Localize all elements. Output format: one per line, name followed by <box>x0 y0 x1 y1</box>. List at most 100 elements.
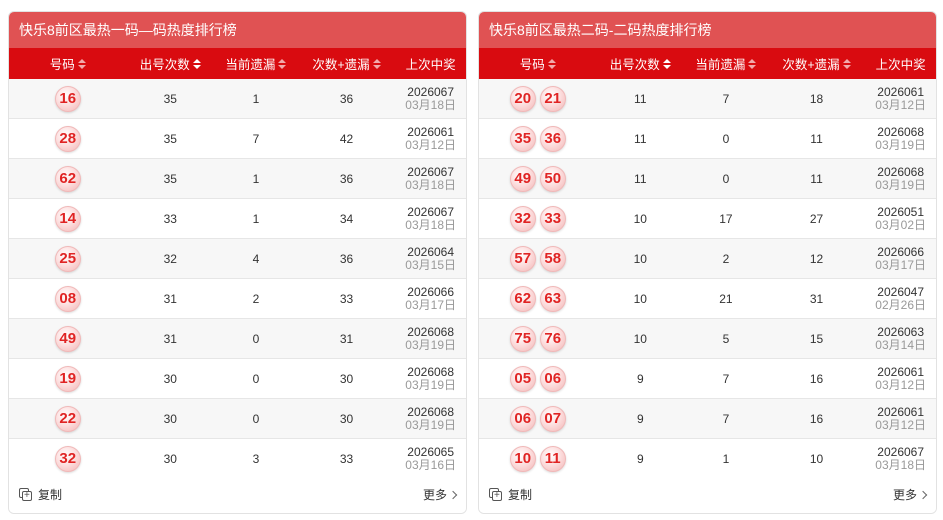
ball-cell: 32 <box>9 439 126 478</box>
count-cell: 31 <box>163 331 177 346</box>
issue-number: 2026063 <box>877 324 925 339</box>
number-ball: 75 <box>509 325 536 352</box>
issue-date: 03月18日 <box>875 457 926 472</box>
miss-cell: 17 <box>719 211 733 226</box>
miss-cell: 2 <box>722 251 730 266</box>
issue-number: 2026061 <box>407 124 455 139</box>
sum-cell: 11 <box>810 131 823 146</box>
table-row: 16 35 1 36 2026067 03月18日 <box>9 79 466 119</box>
sort-icon[interactable] <box>547 58 556 69</box>
number-ball: 10 <box>509 445 536 472</box>
hot-single-panel: 快乐8前区最热一码—码热度排行榜 号码 出号次数 当前遗漏 次数+遗漏 上次中奖 16 3… <box>8 11 467 514</box>
header-label: 次数+遗漏 <box>782 58 840 72</box>
issue-date: 03月12日 <box>875 377 926 392</box>
more-link[interactable]: 更多 <box>423 486 458 503</box>
issue-number: 2026066 <box>407 284 455 299</box>
issue-date: 03月19日 <box>405 417 456 432</box>
issue-number: 2026065 <box>407 444 455 459</box>
sort-icon[interactable] <box>278 58 287 69</box>
last-win-cell: 2026064 03月15日 <box>395 239 466 278</box>
header-count-plus-miss[interactable]: 次数+遗漏 <box>768 54 866 73</box>
issue-date: 03月18日 <box>405 177 456 192</box>
header-label: 当前遗漏 <box>695 58 746 72</box>
hot-pair-panel: 快乐8前区最热二码-二码热度排行榜 号码 出号次数 当前遗漏 次数+遗漏 上次中奖 20… <box>478 11 937 514</box>
last-win-cell: 2026061 03月12日 <box>395 119 466 158</box>
miss-cell: 7 <box>252 131 260 146</box>
count-cell: 32 <box>163 251 177 266</box>
header-count[interactable]: 出号次数 <box>126 54 214 73</box>
number-ball: 05 <box>509 365 536 392</box>
issue-number: 2026068 <box>407 364 455 379</box>
number-ball: 28 <box>54 125 81 152</box>
miss-cell: 7 <box>722 91 730 106</box>
issue-number: 2026068 <box>407 404 455 419</box>
sort-icon[interactable] <box>372 58 381 69</box>
panel-footer: + 复制 更多 <box>479 476 936 513</box>
sort-icon[interactable] <box>748 58 757 69</box>
sort-icon[interactable] <box>662 58 671 69</box>
issue-date: 03月18日 <box>405 97 456 112</box>
last-win-cell: 2026068 03月19日 <box>865 159 936 198</box>
miss-cell: 7 <box>722 371 730 386</box>
issue-date: 03月17日 <box>875 257 926 272</box>
issue-date: 03月19日 <box>875 137 926 152</box>
ball-cell: 32 33 <box>479 199 596 238</box>
more-link[interactable]: 更多 <box>893 486 928 503</box>
miss-cell: 1 <box>252 171 260 186</box>
last-win-cell: 2026067 03月18日 <box>395 79 466 118</box>
table-row: 49 31 0 31 2026068 03月19日 <box>9 319 466 359</box>
header-number[interactable]: 号码 <box>9 54 126 73</box>
sort-icon[interactable] <box>77 58 86 69</box>
chevron-right-icon <box>448 490 458 499</box>
copy-button[interactable]: + 复制 <box>489 486 532 503</box>
header-count-plus-miss[interactable]: 次数+遗漏 <box>298 54 396 73</box>
number-ball: 62 <box>54 165 81 192</box>
table-body: 16 35 1 36 2026067 03月18日 28 35 7 42 2026061 03月12日… <box>9 79 466 479</box>
issue-date: 02月26日 <box>875 297 926 312</box>
number-ball: 57 <box>509 245 536 272</box>
table-body: 20 21 11 7 18 2026061 03月12日 35 36 11 0 11 2026068 03… <box>479 79 936 479</box>
table-row: 05 06 9 7 16 2026061 03月12日 <box>479 359 936 399</box>
issue-number: 2026061 <box>877 364 925 379</box>
number-ball: 25 <box>54 245 81 272</box>
header-label: 出号次数 <box>139 58 190 72</box>
header-miss[interactable]: 当前遗漏 <box>684 54 768 73</box>
issue-date: 03月16日 <box>405 457 456 472</box>
last-win-cell: 2026066 03月17日 <box>865 239 936 278</box>
last-win-cell: 2026067 03月18日 <box>865 439 936 478</box>
sum-cell: 36 <box>339 171 354 186</box>
table-row: 19 30 0 30 2026068 03月19日 <box>9 359 466 399</box>
table-header: 号码 出号次数 当前遗漏 次数+遗漏 上次中奖 <box>479 48 936 79</box>
number-ball: 06 <box>509 405 536 432</box>
count-cell: 11 <box>634 131 647 146</box>
number-ball: 19 <box>54 365 81 392</box>
sum-cell: 16 <box>809 411 824 426</box>
number-ball: 32 <box>54 445 81 472</box>
table-row: 62 63 10 21 31 2026047 02月26日 <box>479 279 936 319</box>
issue-number: 2026047 <box>877 284 925 299</box>
count-cell: 33 <box>163 211 177 226</box>
sort-icon[interactable] <box>842 58 851 69</box>
copy-icon: + <box>19 487 33 502</box>
copy-button[interactable]: + 复制 <box>19 486 62 503</box>
number-ball: 14 <box>54 205 81 232</box>
table-row: 62 35 1 36 2026067 03月18日 <box>9 159 466 199</box>
sum-cell: 42 <box>339 131 354 146</box>
panel-title: 快乐8前区最热一码—码热度排行榜 <box>9 12 466 48</box>
header-count[interactable]: 出号次数 <box>596 54 684 73</box>
table-row: 49 50 11 0 11 2026068 03月19日 <box>479 159 936 199</box>
issue-date: 03月12日 <box>875 97 926 112</box>
header-label: 号码 <box>49 58 75 72</box>
count-cell: 35 <box>163 171 177 186</box>
number-ball: 08 <box>54 285 81 312</box>
number-ball: 49 <box>509 165 536 192</box>
table-row: 25 32 4 36 2026064 03月15日 <box>9 239 466 279</box>
header-miss[interactable]: 当前遗漏 <box>214 54 298 73</box>
last-win-cell: 2026065 03月16日 <box>395 439 466 478</box>
ball-cell: 62 63 <box>479 279 596 318</box>
number-ball: 63 <box>539 285 566 312</box>
count-cell: 30 <box>163 371 177 386</box>
header-number[interactable]: 号码 <box>479 54 596 73</box>
sort-icon[interactable] <box>192 58 201 69</box>
issue-number: 2026061 <box>877 404 925 419</box>
